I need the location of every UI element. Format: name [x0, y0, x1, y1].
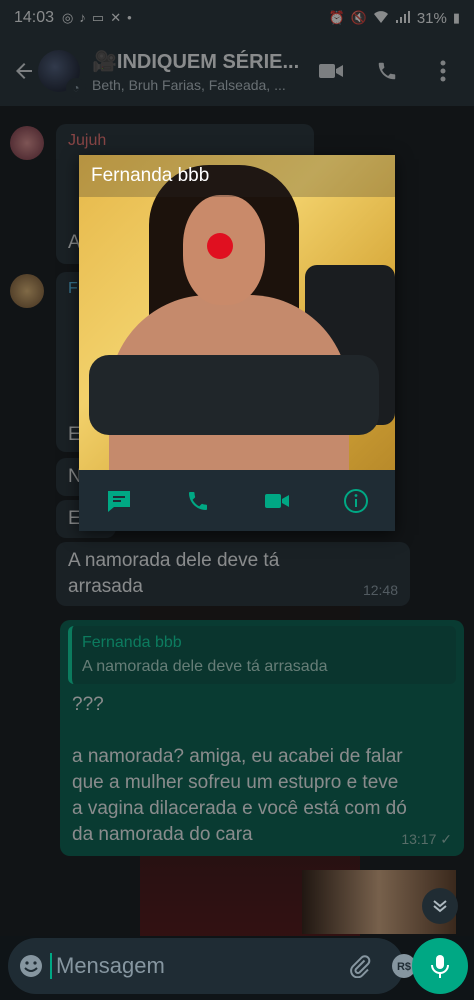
voice-record-button[interactable] — [412, 938, 468, 994]
popup-video-button[interactable] — [257, 481, 297, 521]
outgoing-message[interactable]: Fernanda bbb A namorada dele deve tá arr… — [60, 620, 464, 856]
avatar[interactable] — [10, 274, 44, 308]
message-text: A namorada dele deve tá arrasada — [68, 550, 280, 597]
avatar[interactable] — [10, 126, 44, 160]
message-icon: ▭ — [91, 10, 105, 25]
more-options-button[interactable] — [426, 54, 460, 88]
tiktok-icon: ♪ — [79, 10, 86, 25]
video-camera-icon — [319, 64, 343, 78]
group-members: Beth, Bruh Farias, Falseada, ... — [92, 77, 286, 93]
popup-call-button[interactable] — [178, 481, 218, 521]
battery-icon: ▮ — [452, 10, 460, 25]
emoji-icon — [20, 955, 42, 977]
kebab-menu-icon — [440, 60, 446, 82]
instagram-icon: ◎ — [62, 10, 74, 25]
quoted-sender: Fernanda bbb — [82, 634, 182, 651]
missed-call-icon: ✕ — [110, 10, 122, 25]
voice-call-button[interactable] — [370, 54, 404, 88]
popup-info-button[interactable] — [336, 481, 376, 521]
alarm-icon: ⏰ — [328, 10, 345, 25]
lips-shape — [207, 233, 233, 259]
svg-text:R$: R$ — [397, 961, 411, 973]
status-time: 14:03 — [14, 9, 55, 26]
clothing-shape — [89, 355, 379, 435]
popup-contact-name: Fernanda bbb — [79, 155, 395, 197]
status-bar: 14:03 ◎ ♪ ▭ ✕ • ⏰ 🔇 31% ▮ — [0, 0, 474, 36]
quoted-message[interactable]: Fernanda bbb A namorada dele deve tá arr… — [68, 626, 456, 684]
battery-level: 31% — [416, 9, 447, 27]
message-time: 12:48 — [362, 582, 398, 598]
microphone-icon — [431, 955, 449, 978]
signal-icon — [395, 10, 411, 27]
group-name: 🎥INDIQUEM SÉRIE... — [92, 51, 300, 73]
status-ring-icon: ◔ — [66, 78, 86, 98]
chat-icon — [107, 490, 130, 512]
notification-icons: ◎ ♪ ▭ ✕ • — [62, 10, 132, 26]
mute-icon: 🔇 — [350, 10, 367, 25]
phone-icon — [378, 62, 396, 80]
video-call-button[interactable] — [314, 54, 348, 88]
double-chevron-down-icon — [433, 900, 447, 913]
profile-photo[interactable] — [79, 155, 395, 470]
quoted-text: A namorada dele deve tá arrasada — [82, 658, 328, 675]
emoji-button[interactable] — [18, 950, 44, 982]
message-text: ??? a namorada? amiga, eu acabei de fala… — [72, 694, 407, 845]
wifi-icon — [373, 10, 389, 27]
video-camera-icon — [264, 493, 289, 508]
incoming-message[interactable]: A namorada dele deve tá arrasada 12:48 — [56, 542, 410, 606]
message-input[interactable] — [50, 953, 344, 979]
group-avatar[interactable]: ◔ — [38, 50, 86, 98]
message-time: 13:17 ✓ — [401, 831, 452, 848]
group-info[interactable]: 🎥INDIQUEM SÉRIE... Beth, Bruh Farias, Fa… — [92, 49, 312, 93]
arrow-left-icon — [16, 63, 32, 79]
attach-button[interactable] — [344, 950, 376, 982]
sender-name: Jujuh — [68, 132, 107, 149]
single-tick-icon: ✓ — [440, 831, 452, 847]
popup-message-button[interactable] — [99, 481, 139, 521]
info-icon — [343, 488, 368, 513]
more-notifications-icon: • — [127, 10, 132, 25]
popup-actions — [79, 470, 395, 531]
scroll-to-bottom-button[interactable] — [422, 888, 458, 924]
paperclip-icon — [350, 955, 371, 978]
message-time-value: 13:17 — [401, 831, 437, 847]
phone-icon — [188, 491, 207, 510]
profile-popup: Fernanda bbb — [79, 155, 395, 531]
chat-header: ◔ 🎥INDIQUEM SÉRIE... Beth, Bruh Farias, … — [0, 36, 474, 106]
message-composer: R$ — [8, 938, 458, 994]
